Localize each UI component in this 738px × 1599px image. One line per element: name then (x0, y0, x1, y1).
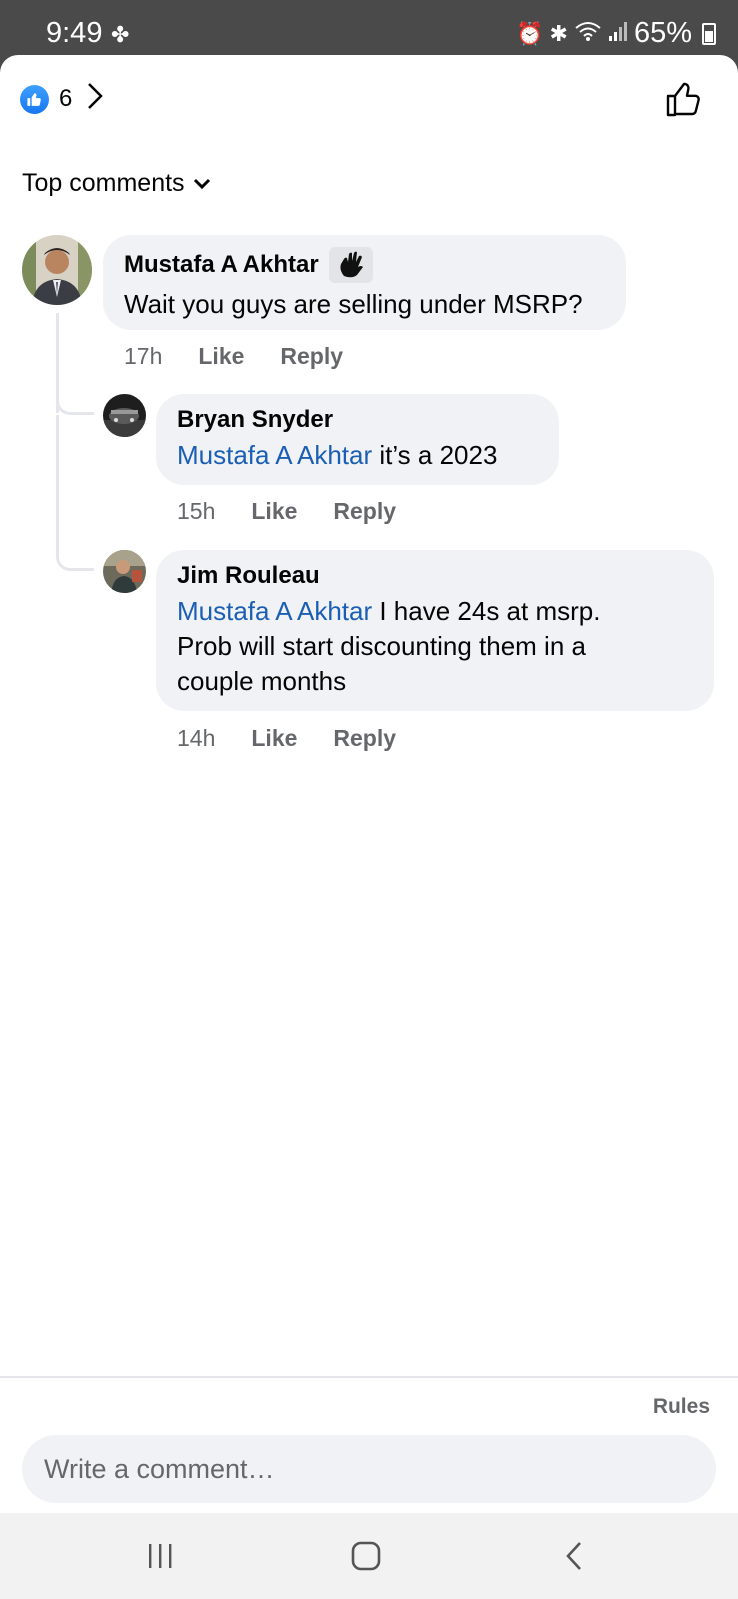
chevron-down-icon (193, 174, 211, 195)
mention-link[interactable]: Mustafa A Akhtar (177, 596, 372, 626)
status-time: 9:49 (46, 17, 103, 49)
reaction-count: 6 (59, 85, 73, 112)
comment-actions: 14h Like Reply (177, 725, 396, 752)
alarm-icon: ⏰ (516, 20, 544, 46)
chevron-right-icon (86, 81, 104, 117)
like-post-button[interactable] (664, 79, 704, 119)
signal-icon (608, 20, 628, 48)
thread-connector (56, 385, 94, 415)
wifi-icon (574, 20, 602, 48)
thumbs-up-icon (666, 82, 700, 117)
like-button[interactable]: Like (198, 343, 244, 370)
reply-bubble[interactable]: Bryan Snyder Mustafa A Akhtar it’s a 202… (156, 394, 559, 485)
recent-apps-icon (149, 1544, 172, 1568)
comment-body: it’s a 2023 (372, 440, 498, 470)
back-icon (566, 1542, 581, 1570)
comment-actions: 15h Like Reply (177, 498, 396, 525)
like-reaction-icon (20, 84, 49, 114)
sort-label: Top comments (22, 169, 185, 197)
comment-body: I have 24s at msrp. (372, 596, 601, 626)
footer-divider (0, 1376, 738, 1378)
comment-text: Wait you guys are selling under MSRP? (124, 289, 583, 319)
reply-button[interactable]: Reply (333, 498, 396, 525)
recent-apps-button[interactable] (140, 1539, 180, 1573)
like-button[interactable]: Like (251, 725, 297, 752)
reply-button[interactable]: Reply (280, 343, 343, 370)
comment-author[interactable]: Mustafa A Akhtar (124, 247, 606, 283)
author-name[interactable]: Bryan Snyder (177, 406, 333, 434)
comment-placeholder: Write a comment… (44, 1453, 275, 1484)
comment-author[interactable]: Jim Rouleau (177, 562, 694, 590)
like-button[interactable]: Like (251, 498, 297, 525)
pinwheel-icon: ✤ (111, 22, 130, 47)
battery-icon (702, 22, 716, 45)
comment-input[interactable]: Write a comment… (22, 1435, 716, 1503)
battery-percent: 65% (633, 17, 692, 49)
status-icons: ⏰ ✱ 65% (516, 17, 716, 50)
comment-bubble[interactable]: Mustafa A Akhtar Wait you guys are selli… (103, 235, 626, 330)
home-button[interactable] (346, 1539, 386, 1573)
comment-author[interactable]: Bryan Snyder (177, 406, 539, 434)
comment-body: Prob will start discounting them in a (177, 631, 586, 661)
rules-link[interactable]: Rules (653, 1395, 710, 1419)
sort-dropdown[interactable]: Top comments (22, 169, 211, 198)
comment-text: Mustafa A Akhtar I have 24s at msrp. Pro… (177, 594, 694, 699)
avatar[interactable] (103, 550, 146, 593)
comment-text: Mustafa A Akhtar it’s a 2023 (177, 438, 539, 473)
thread-connector (56, 525, 94, 571)
comment-actions: 17h Like Reply (124, 343, 343, 370)
back-button[interactable] (554, 1539, 594, 1573)
comment-time[interactable]: 17h (124, 343, 162, 370)
reply-bubble[interactable]: Jim Rouleau Mustafa A Akhtar I have 24s … (156, 550, 714, 711)
comment-time[interactable]: 15h (177, 498, 215, 525)
status-bar: 9:49 ✤ ⏰ ✱ 65% (0, 0, 738, 55)
comment-body: couple months (177, 666, 347, 696)
reactions-summary[interactable]: 6 (20, 81, 104, 117)
avatar[interactable] (22, 235, 92, 305)
author-name[interactable]: Mustafa A Akhtar (124, 251, 319, 279)
reply-button[interactable]: Reply (333, 725, 396, 752)
comments-sheet: 6 Top comments Mustafa A Akhtar Wait you… (0, 55, 738, 1513)
home-icon (351, 1541, 381, 1571)
author-name[interactable]: Jim Rouleau (177, 562, 320, 590)
avatar[interactable] (103, 394, 146, 437)
system-nav-bar (0, 1513, 738, 1599)
bluetooth-icon: ✱ (549, 20, 568, 46)
mention-link[interactable]: Mustafa A Akhtar (177, 440, 372, 470)
waving-hand-icon (328, 247, 373, 283)
comment-time[interactable]: 14h (177, 725, 215, 752)
